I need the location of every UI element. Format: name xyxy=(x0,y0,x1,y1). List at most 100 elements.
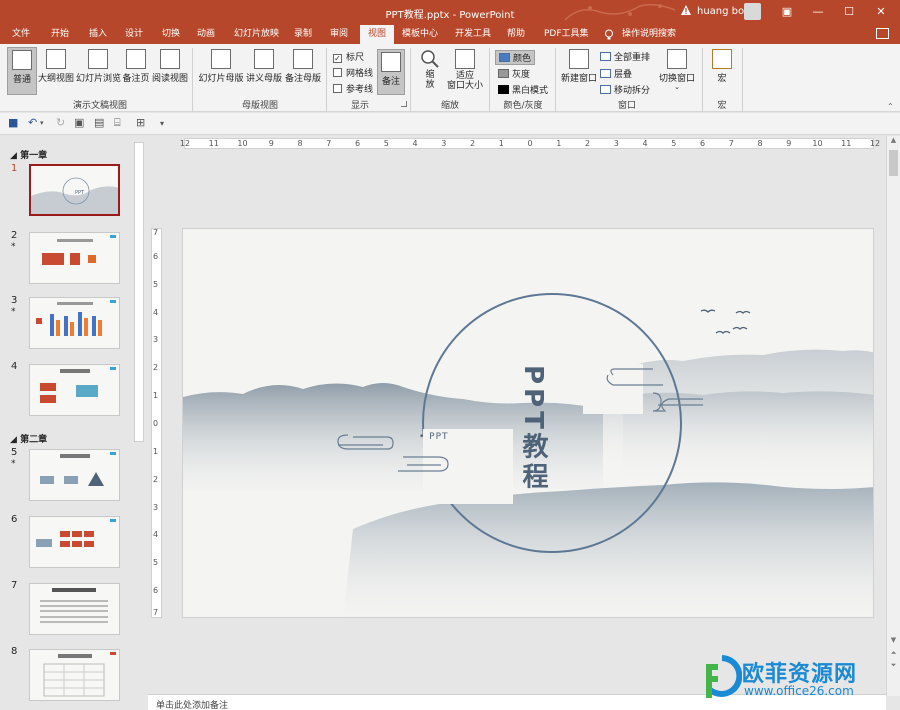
slide-sorter-icon xyxy=(88,49,108,69)
macros-button[interactable]: 宏 xyxy=(707,49,737,95)
handout-master-icon xyxy=(254,49,274,69)
slide-thumbnail-7[interactable] xyxy=(29,583,120,635)
ruler-tick-label: 9 xyxy=(786,139,792,148)
switch-windows-button[interactable]: 切换窗口 ⌄ xyxy=(658,49,696,95)
group-divider xyxy=(192,48,193,112)
tab-developer[interactable]: 开发工具 xyxy=(451,25,495,44)
slide-number: 3 xyxy=(11,295,18,306)
save-icon[interactable]: ■ xyxy=(8,116,18,129)
ruler-checkbox[interactable]: ✓ 标尺 xyxy=(333,50,364,63)
close-icon[interactable]: ✕ xyxy=(866,0,896,25)
chevron-down-icon[interactable]: ▾ xyxy=(40,119,44,127)
ruler-tick-label: 5 xyxy=(671,139,677,148)
maximize-icon[interactable]: ☐ xyxy=(834,0,864,25)
avatar[interactable] xyxy=(744,3,761,20)
ruler-tick-label: 5 xyxy=(153,279,159,289)
slide-subtitle[interactable]: • PPT xyxy=(419,432,449,442)
watermark: 欧菲资源网 www.office26.com xyxy=(702,650,900,710)
reading-view-button[interactable]: 阅读视图 xyxy=(152,49,188,95)
slide-thumbnail-5[interactable] xyxy=(29,449,120,501)
current-slide[interactable]: • PPT PPT教程 xyxy=(182,228,874,618)
warning-icon[interactable] xyxy=(680,4,692,16)
grayscale-button[interactable]: 灰度 xyxy=(498,67,530,80)
print-preview-icon[interactable]: ▤ xyxy=(94,116,104,129)
handout-master-button[interactable]: 讲义母版 xyxy=(245,49,283,95)
ruler-tick-label: 2 xyxy=(469,139,476,148)
tab-transitions[interactable]: 切换 xyxy=(158,25,184,44)
grayscale-swatch-icon xyxy=(498,69,509,78)
new-window-button[interactable]: 新建窗口 xyxy=(560,49,598,95)
guides-checkbox[interactable]: 参考线 xyxy=(333,82,373,95)
minimize-icon[interactable]: — xyxy=(803,0,833,25)
ruler-tick-label: 5 xyxy=(383,139,389,148)
horizontal-ruler[interactable]: 12 11 10 9 8 7 6 5 4 3 2 1 0 1 2 3 4 5 6 7 8 9 10 11 12 xyxy=(180,138,880,149)
tab-template-center[interactable]: 模板中心 xyxy=(398,25,442,44)
vertical-ruler[interactable]: 7 6 5 4 3 2 1 0 1 2 3 4 5 6 7 xyxy=(151,228,162,618)
tab-file[interactable]: 文件 xyxy=(8,25,34,44)
cascade-button[interactable]: 层叠 xyxy=(600,67,632,80)
tab-pdf-tools[interactable]: PDF工具集 xyxy=(540,25,593,44)
cascade-icon xyxy=(600,69,611,78)
tab-record[interactable]: 录制 xyxy=(290,25,316,44)
tab-review[interactable]: 审阅 xyxy=(326,25,352,44)
color-button[interactable]: 颜色 xyxy=(495,50,536,65)
tab-view[interactable]: 视图 xyxy=(360,25,394,44)
notes-button[interactable]: 备注 xyxy=(377,49,405,95)
undo-icon[interactable]: ↶ xyxy=(28,116,37,129)
scroll-up-icon[interactable]: ▲ xyxy=(887,136,900,144)
ruler-tick-label: 4 xyxy=(412,139,418,148)
section-header-2[interactable]: ◢ 第二章 xyxy=(10,432,47,445)
editor-scrollbar[interactable]: ▲ ▼ ⏶ ⏷ xyxy=(886,136,900,696)
slide-thumbnail-2[interactable] xyxy=(29,232,120,284)
slide-thumbnail-8[interactable] xyxy=(29,649,120,701)
notes-master-icon xyxy=(293,49,313,69)
ribbon-display-options-icon[interactable]: ▣ xyxy=(772,0,802,25)
slide-2-preview xyxy=(42,235,116,265)
slide-master-icon xyxy=(211,49,231,69)
slide-thumbnail-1[interactable]: PPT xyxy=(29,164,120,216)
tab-slideshow[interactable]: 幻灯片放映 xyxy=(230,25,283,44)
comments-icon[interactable] xyxy=(876,28,889,39)
tab-animations[interactable]: 动画 xyxy=(193,25,219,44)
slide-thumbnail-6[interactable] xyxy=(29,516,120,568)
section-header-1[interactable]: ◢ 第一章 xyxy=(10,148,47,161)
slide-thumbnail-pane: ◢ 第一章 1 PPT 2 * 3 * 4 ◢ 第二章 5 * 6 7 8 xyxy=(0,136,148,701)
slide-thumbnail-4[interactable] xyxy=(29,364,120,416)
tab-design[interactable]: 设计 xyxy=(121,25,147,44)
from-beginning-icon[interactable]: ▣ xyxy=(74,116,84,129)
slide-number: 1 xyxy=(11,163,18,174)
redo-icon[interactable]: ↻ xyxy=(56,116,65,129)
black-white-button[interactable]: 黑白模式 xyxy=(498,83,548,96)
ruler-tick-label: 8 xyxy=(297,139,303,148)
tab-help[interactable]: 帮助 xyxy=(503,25,529,44)
scroll-thumb[interactable] xyxy=(889,150,898,176)
ruler-tick-label: 7 xyxy=(153,228,159,237)
ruler-tick-label: 2 xyxy=(153,363,159,373)
dialog-launcher-icon[interactable] xyxy=(401,101,407,107)
customize-qat-icon[interactable]: ▾ xyxy=(160,119,164,128)
slide-title[interactable]: PPT教程 xyxy=(515,365,552,493)
notes-master-button[interactable]: 备注母版 xyxy=(284,49,322,95)
collapse-ribbon-icon[interactable]: ⌃ xyxy=(887,102,894,111)
slide-thumbnail-3[interactable] xyxy=(29,297,120,349)
move-split-button[interactable]: 移动拆分 xyxy=(600,83,650,96)
notes-page-button[interactable]: 备注页 xyxy=(121,49,151,95)
zoom-button[interactable]: 缩 放 xyxy=(415,49,445,95)
normal-view-button[interactable]: 普通 xyxy=(7,47,37,95)
user-name[interactable]: huang bo xyxy=(697,6,744,17)
outline-view-button[interactable]: 大纲视图 xyxy=(38,49,74,95)
tell-me-search[interactable]: 操作说明搜索 xyxy=(618,25,680,44)
thumbnail-scrollbar[interactable] xyxy=(134,142,144,442)
color-swatch-icon xyxy=(499,53,510,62)
arrange-all-button[interactable]: 全部重排 xyxy=(600,50,650,63)
slide-sorter-button[interactable]: 幻灯片浏览 xyxy=(76,49,121,95)
collapse-section-icon: ◢ xyxy=(10,435,21,445)
format-painter-icon[interactable]: ⌸ xyxy=(114,116,121,130)
slide-master-button[interactable]: 幻灯片母版 xyxy=(198,49,244,95)
tab-home[interactable]: 开始 xyxy=(47,25,73,44)
fit-to-window-button[interactable]: 适应 窗口大小 xyxy=(446,49,484,95)
gridlines-checkbox[interactable]: 网格线 xyxy=(333,66,373,79)
scroll-down-icon[interactable]: ▼ xyxy=(887,636,900,644)
presentation-icon[interactable]: ⊞ xyxy=(136,116,145,129)
tab-insert[interactable]: 插入 xyxy=(85,25,111,44)
